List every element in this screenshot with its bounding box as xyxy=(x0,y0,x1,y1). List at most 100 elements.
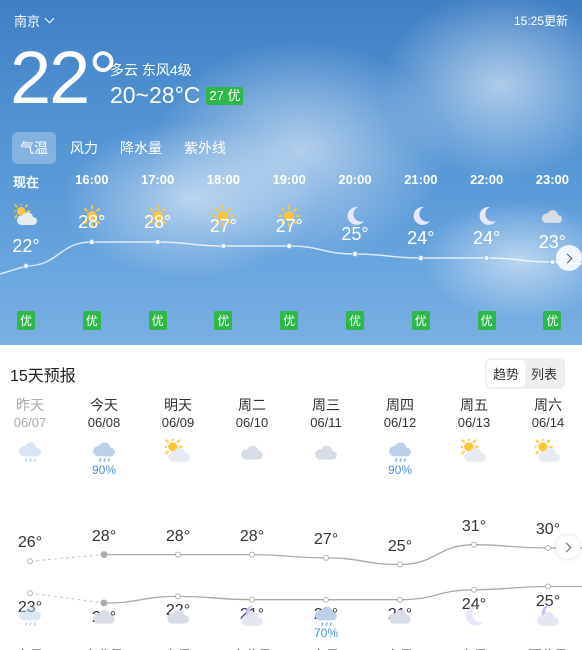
tab-temperature[interactable]: 气温 xyxy=(12,132,56,164)
day-name: 周三 xyxy=(312,397,340,413)
hourly-temperature-point xyxy=(352,251,358,257)
moon-icon xyxy=(391,204,451,228)
high-temperature-line-point xyxy=(100,551,108,559)
tab-wind[interactable]: 风力 xyxy=(62,132,106,164)
partly-cloudy-sun-icon xyxy=(518,439,578,465)
daily-next-button[interactable] xyxy=(556,535,580,559)
aqi-badge: 优 xyxy=(82,311,101,330)
high-temperature-line-point xyxy=(471,541,477,548)
wind-direction: 东北风 xyxy=(222,645,282,650)
day-name: 今天 xyxy=(90,397,118,413)
hourly-time: 18:00 xyxy=(206,172,241,187)
hourly-aqi: 优 xyxy=(62,311,122,330)
hourly-temperature-point xyxy=(286,243,293,249)
high-temperature: 28° xyxy=(165,527,191,545)
current-condition: 多云 东风4级 xyxy=(110,62,192,78)
aqi-badge: 优 xyxy=(280,311,299,330)
low-temperature-line-point xyxy=(471,586,477,593)
day-name: 周五 xyxy=(460,397,488,413)
day-name: 周二 xyxy=(238,397,266,413)
low-temperature-line-point xyxy=(27,590,33,597)
tab-uv[interactable]: 紫外线 xyxy=(176,132,234,164)
hourly-aqi: 优 xyxy=(0,311,56,330)
hourly-temperature-point xyxy=(220,243,227,249)
high-temperature: 28° xyxy=(239,527,265,545)
high-temperature-line-point xyxy=(249,551,255,558)
hourly-temperature: 24° xyxy=(407,228,435,248)
hourly-temperature: 28° xyxy=(143,212,172,232)
hourly-aqi: 优 xyxy=(193,311,253,330)
wind-direction: 西北风 xyxy=(518,645,578,650)
hourly-temperature-point xyxy=(549,259,556,265)
aqi-badge: 优 xyxy=(477,311,496,330)
low-temperature-line-point xyxy=(249,596,255,603)
wind-direction: 东风 xyxy=(0,645,60,650)
partly-cloudy-sun-icon xyxy=(0,204,56,228)
low-temperature-line-point xyxy=(323,596,329,603)
high-temperature-line-point xyxy=(27,558,33,565)
cloud-icon xyxy=(148,603,208,629)
aqi-badge: 优 xyxy=(543,311,562,330)
hourly-time: 21:00 xyxy=(404,172,438,187)
low-temperature-line-point xyxy=(175,593,181,600)
hourly-aqi: 优 xyxy=(128,311,188,330)
tab-precipitation[interactable]: 降水量 xyxy=(112,132,170,164)
precipitation-chance: 90% xyxy=(387,463,413,477)
hourly-temperature: 25° xyxy=(341,224,369,244)
hourly-aqi: 优 xyxy=(259,311,319,330)
update-time: 15:25更新 xyxy=(513,14,568,28)
cloud-icon xyxy=(522,204,582,228)
rain-icon xyxy=(0,603,60,629)
hourly-time: 现在 xyxy=(12,175,39,190)
aqi-badge: 优 xyxy=(411,311,430,330)
day-date: 06/09 xyxy=(161,415,195,430)
temperature-range-text: 20~28°C xyxy=(110,82,201,108)
aqi-badge: 优 xyxy=(345,311,364,330)
hourly-time: 16:00 xyxy=(75,172,109,187)
night-precipitation-chance: 70% xyxy=(313,626,339,640)
hourly-temperature-point xyxy=(154,239,161,245)
hourly-temperature-point xyxy=(23,263,29,269)
city-selector[interactable]: 南京 xyxy=(14,11,55,30)
aqi-badge: 优 xyxy=(148,311,167,330)
day-name: 昨天 xyxy=(16,397,44,413)
high-temperature-line-point xyxy=(175,551,181,558)
hourly-temperature-point xyxy=(88,239,95,245)
rain-icon xyxy=(74,439,134,465)
temperature-range: 20~28°C 27 优 xyxy=(110,82,244,109)
hourly-next-button[interactable] xyxy=(556,245,582,271)
hourly-aqi: 优 xyxy=(522,311,582,330)
wind-direction: 东风 xyxy=(148,645,208,650)
hourly-aqi: 优 xyxy=(391,311,451,330)
high-temperature-line-point xyxy=(323,554,329,561)
hourly-temperature-point xyxy=(483,255,490,261)
low-temperature-line-point xyxy=(545,583,551,590)
hourly-aqi: 优 xyxy=(325,311,385,330)
high-temperature-line-point xyxy=(397,561,403,568)
hourly-temperature: 28° xyxy=(78,212,106,232)
hourly-temperature: 27° xyxy=(275,216,303,236)
day-date: 06/13 xyxy=(457,415,491,430)
day-name: 明天 xyxy=(164,397,192,413)
day-date: 06/07 xyxy=(13,415,47,430)
day-date: 06/12 xyxy=(383,415,417,430)
hourly-aqi: 优 xyxy=(457,311,517,330)
aqi-badge[interactable]: 27 优 xyxy=(206,86,244,105)
cloud-icon xyxy=(74,603,134,629)
cloud-icon xyxy=(222,439,282,465)
day-name: 周六 xyxy=(534,397,562,413)
hourly-time: 17:00 xyxy=(140,172,175,187)
chevron-right-icon xyxy=(562,253,573,263)
high-temperature: 27° xyxy=(313,530,339,548)
moon-cloud-icon xyxy=(518,603,578,629)
current-weather-panel: 南京 15:25更新 22° 多云 东风4级 20~28°C 27 优 气温 风… xyxy=(0,0,582,345)
precipitation-chance: 90% xyxy=(91,463,117,477)
high-temperature-line-past-segment xyxy=(29,554,105,562)
forecast-panel: 15天预报 趋势 列表 昨天06/0726°23°东风今天06/0890%28°… xyxy=(0,345,582,650)
hourly-time: 23:00 xyxy=(535,172,570,187)
partly-cloudy-sun-icon xyxy=(148,439,208,465)
hourly-tabs: 气温 风力 降水量 紫外线 xyxy=(12,132,234,164)
aqi-badge: 优 xyxy=(16,311,35,330)
city-name: 南京 xyxy=(14,14,41,29)
moon-icon xyxy=(457,204,517,228)
